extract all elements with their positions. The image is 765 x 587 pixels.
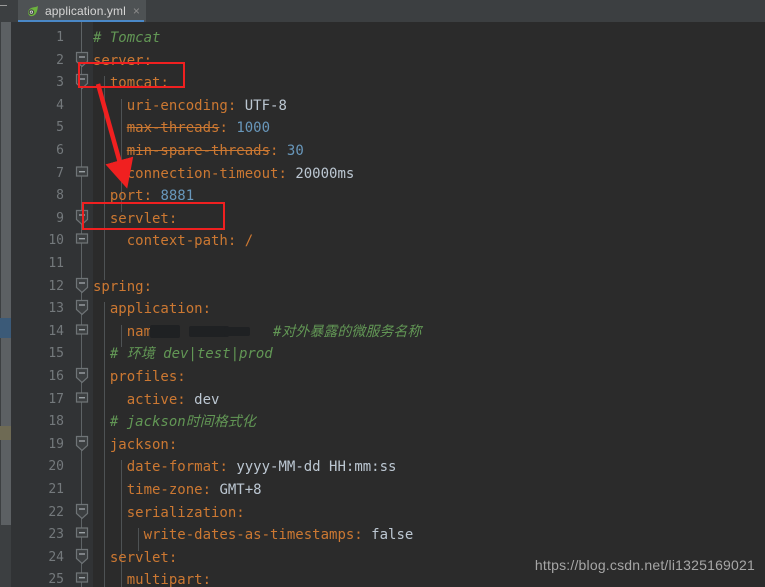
line-number: 13	[48, 301, 64, 317]
line-number: 11	[48, 256, 64, 271]
line-number: 5	[56, 120, 64, 136]
code-line: tomcat:	[109, 75, 169, 92]
fold-end-icon[interactable]	[74, 164, 90, 184]
line-number: 24	[48, 549, 64, 565]
fold-collapse-icon[interactable]	[74, 548, 90, 568]
code-line: servlet:	[109, 210, 178, 227]
fold-end-icon[interactable]	[74, 322, 90, 342]
code-folding-gutter[interactable]	[71, 22, 93, 587]
watermark-text: https://blog.csdn.net/li1325169021	[534, 557, 755, 573]
code-line: # Tomcat	[93, 30, 161, 46]
line-number: 7	[56, 165, 64, 181]
code-editor[interactable]: 1 2 3 4 5 6 7 8 9 10 11 12 13 14 15 16 17 18 19 20 21 22 23 24 2…	[0, 22, 765, 587]
line-number: 2	[56, 52, 64, 68]
fold-collapse-icon[interactable]	[74, 503, 90, 523]
code-line: connection-timeout: 20000ms	[126, 165, 355, 182]
spring-yaml-leaf-icon	[28, 5, 38, 17]
code-line: write-dates-as-timestamps: false	[143, 527, 414, 544]
line-number: 1	[56, 30, 64, 45]
code-line: servlet:	[109, 549, 178, 566]
code-line: application:	[109, 301, 212, 318]
code-line: active: dev	[126, 391, 220, 408]
line-number: 21	[48, 482, 64, 497]
fold-collapse-icon[interactable]	[74, 277, 90, 297]
code-line: max-threads: 1000	[126, 120, 271, 137]
code-line: min-spare-threads: 30	[126, 143, 304, 159]
redacted-value	[150, 324, 180, 338]
code-line: jackson:	[109, 436, 178, 453]
fold-collapse-icon[interactable]	[74, 73, 90, 93]
line-number: 25	[48, 572, 64, 587]
code-line: server:	[93, 52, 153, 69]
line-number: 8	[56, 188, 64, 204]
line-number: 6	[56, 143, 64, 158]
code-line: date-format: yyyy-MM-dd HH:mm:ss	[126, 459, 397, 476]
fold-end-icon[interactable]	[74, 390, 90, 410]
line-number: 9	[56, 210, 64, 226]
code-line: profiles:	[109, 369, 186, 385]
redacted-value	[224, 326, 250, 336]
editor-scrollbar[interactable]	[0, 22, 11, 587]
line-number: 4	[56, 97, 64, 113]
redacted-value	[189, 325, 229, 337]
scrollbar-thumb[interactable]	[1, 22, 11, 525]
line-number: 10	[48, 233, 64, 249]
code-line: time-zone: GMT+8	[126, 482, 262, 498]
code-content[interactable]: # Tomcat server: tomcat: uri-encoding: UT…	[93, 22, 765, 587]
line-number: 19	[48, 436, 64, 452]
code-line: spring:	[93, 278, 153, 295]
line-number-gutter: 1 2 3 4 5 6 7 8 9 10 11 12 13 14 15 16 17 18 19 20 21 22 23 24 2…	[11, 22, 71, 587]
code-line: context-path: /	[126, 233, 254, 250]
code-line: port: 8881	[109, 188, 195, 205]
inline-comment: #对外暴露的微服务名称	[273, 323, 422, 340]
code-line: multipart:	[126, 572, 212, 587]
code-line: uri-encoding: UTF-8	[126, 97, 287, 114]
line-number: 17	[48, 391, 64, 407]
fold-collapse-icon[interactable]	[74, 51, 90, 71]
line-number: 12	[48, 278, 64, 294]
fold-end-icon[interactable]	[74, 231, 90, 251]
line-number: 15	[48, 346, 64, 362]
code-line: # jackson时间格式化	[109, 414, 256, 431]
line-number: 20	[48, 459, 64, 475]
fold-end-icon[interactable]	[74, 570, 90, 587]
close-icon[interactable]: ×	[133, 5, 140, 17]
fold-end-icon[interactable]	[74, 525, 90, 545]
tab-label: application.yml	[45, 4, 126, 18]
scrollbar-marker-blue[interactable]	[0, 318, 11, 338]
code-line: # 环境 dev|test|prod	[109, 346, 273, 363]
tab-application-yml[interactable]: application.yml ×	[18, 0, 146, 22]
fold-collapse-icon[interactable]	[74, 299, 90, 319]
line-number: 22	[48, 504, 64, 520]
fold-collapse-icon[interactable]	[74, 209, 90, 229]
scrollbar-marker-tan[interactable]	[0, 426, 11, 440]
fold-collapse-icon[interactable]	[74, 435, 90, 455]
code-line: serialization:	[126, 504, 245, 521]
ide-editor-window: application.yml × 1 2 3 4 5 6 7 8 9 10 11 12 13 14 15 1…	[0, 0, 765, 587]
line-number: 14	[48, 323, 64, 339]
line-number: 18	[48, 414, 64, 430]
tabbar-left-nub	[0, 5, 7, 6]
editor-tab-bar: application.yml ×	[0, 0, 765, 23]
line-number: 16	[48, 369, 64, 384]
fold-collapse-icon[interactable]	[74, 367, 90, 387]
line-number: 23	[48, 527, 64, 543]
line-number: 3	[56, 75, 64, 91]
